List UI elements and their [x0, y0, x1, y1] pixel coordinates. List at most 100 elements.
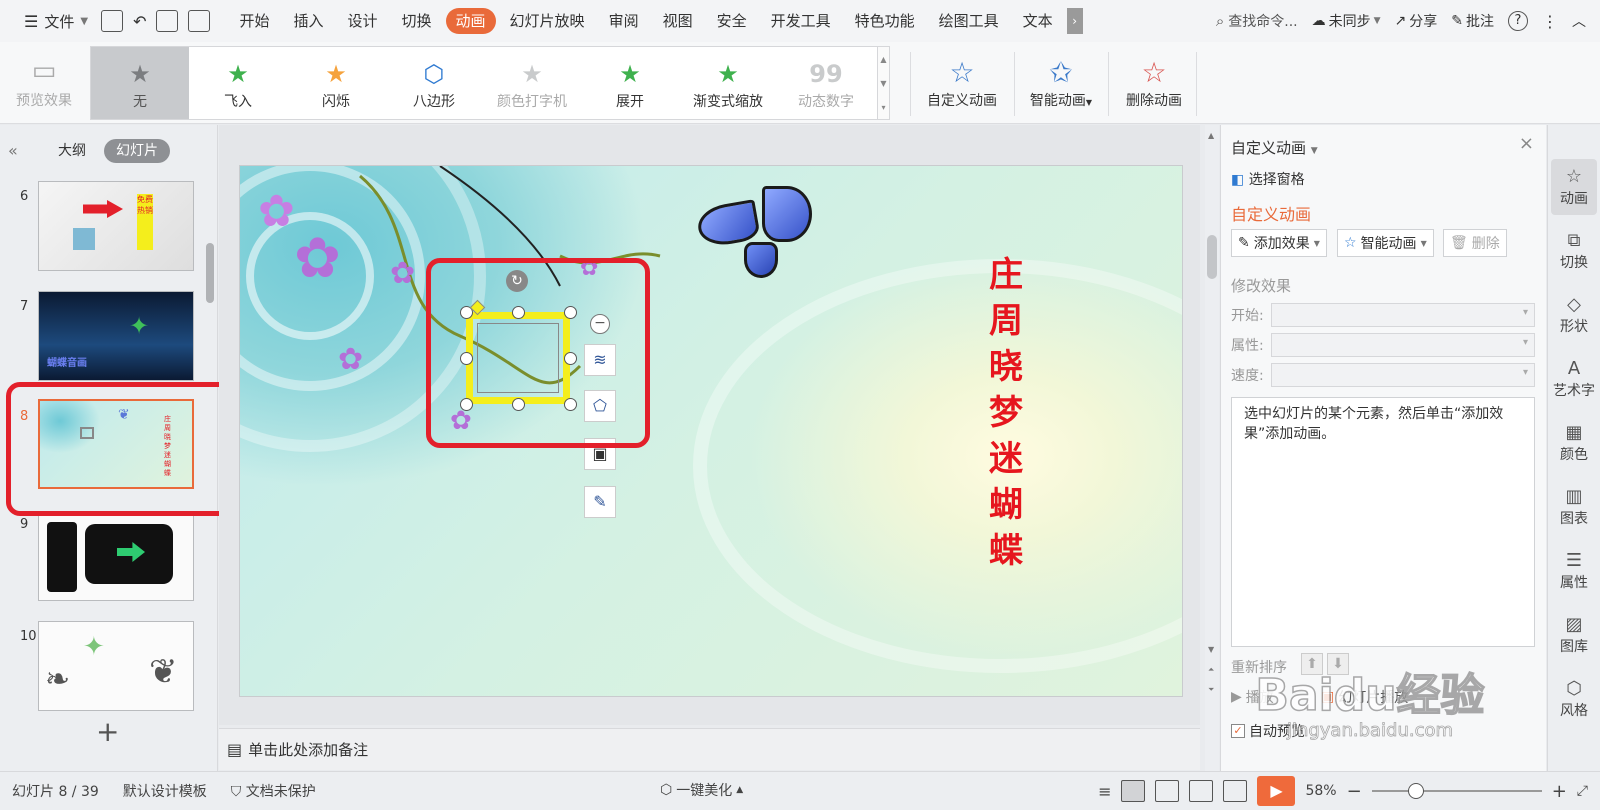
effect-expand[interactable]: ★ 展开 [581, 47, 679, 119]
slide-vertical-title[interactable]: 庄 周 晓 梦 迷 蝴 蝶 [976, 256, 1036, 570]
slides-scrollbar[interactable] [206, 243, 214, 303]
rail-chart[interactable]: ▥ 图表 [1551, 479, 1597, 535]
slide-canvas[interactable]: ✿ ✿ ✿ ✿ ✿ ✿ ↻ − ≋ ⬠ ▣ ✎ 庄 周 晓 梦 迷 蝴 蝶 [239, 165, 1183, 697]
rail-properties[interactable]: ☰ 属性 [1551, 543, 1597, 599]
start-slideshow-button[interactable]: ▶ [1257, 776, 1296, 806]
chevron-up-icon[interactable]: ▲ [880, 55, 886, 64]
rail-color[interactable]: ▦ 颜色 [1551, 415, 1597, 471]
share-button[interactable]: ↗ 分享 [1395, 11, 1438, 31]
delete-animation-button[interactable]: ☆ 删除动画 [1116, 48, 1192, 120]
normal-view-icon[interactable] [1121, 780, 1146, 802]
format-brush-icon[interactable]: ✎ [584, 486, 616, 518]
tab-home[interactable]: 开始 [229, 8, 279, 34]
notes-toggle-icon[interactable]: ≡ [1098, 782, 1111, 801]
effect-flash[interactable]: ★ 闪烁 [287, 47, 385, 119]
tab-review[interactable]: 审阅 [599, 8, 649, 34]
comment-button[interactable]: ✎ 批注 [1451, 11, 1494, 31]
tab-text[interactable]: 文本 [1013, 8, 1063, 34]
save-icon[interactable] [101, 10, 124, 32]
zoom-level[interactable]: 58% [1305, 783, 1336, 799]
custom-animation-button[interactable]: ☆ 自定义动画 [918, 48, 1006, 120]
effect-dynamic-number[interactable]: 99 动态数字 [777, 47, 875, 119]
slide-thumbnail-10[interactable]: ✦ ❦ ❧ [38, 621, 194, 711]
slide-thumbnail-6[interactable]: 免费热销 [38, 181, 194, 271]
slide-thumbnail-9[interactable] [38, 511, 194, 601]
tab-drawing-tools[interactable]: 绘图工具 [929, 8, 1009, 34]
beautify-button[interactable]: ⬡ 一键美化 ▲ [660, 780, 743, 800]
effect-gradual-zoom[interactable]: ★ 渐变式缩放 [679, 47, 777, 119]
slide-sorter-view-icon[interactable] [1155, 780, 1180, 802]
zoom-out-icon[interactable]: − [1347, 781, 1362, 802]
document-protection[interactable]: ⛉ 文档未保护 [219, 781, 328, 801]
prev-slide-icon[interactable]: ⏶ [1208, 665, 1214, 675]
rail-animation[interactable]: ☆ 动画 [1551, 159, 1597, 215]
more-icon[interactable]: ⋮ [1542, 12, 1558, 31]
help-icon[interactable]: ? [1508, 11, 1528, 31]
rail-gallery[interactable]: ▨ 图库 [1551, 607, 1597, 663]
tab-slides[interactable]: 幻灯片 [104, 139, 170, 163]
chevron-down-icon[interactable]: ▼ [880, 79, 886, 88]
preview-effect-button[interactable]: ▭ 预览效果 [12, 48, 76, 120]
gallery-expand-icon[interactable]: ▾ [881, 103, 885, 112]
effect-fly-in[interactable]: ★ 飞入 [189, 47, 287, 119]
property-select[interactable] [1271, 333, 1535, 357]
undo-icon[interactable]: ↶ [133, 12, 146, 31]
play-button[interactable]: ▶ 播放 [1231, 687, 1274, 707]
scroll-thumb[interactable] [1207, 235, 1217, 279]
tab-developer[interactable]: 开发工具 [761, 8, 841, 34]
speed-select[interactable] [1271, 363, 1535, 387]
effect-color-typewriter[interactable]: ★ 颜色打字机 [483, 47, 581, 119]
add-slide-button[interactable]: + [96, 715, 119, 748]
tab-slideshow[interactable]: 幻灯片放映 [500, 8, 595, 34]
tab-features[interactable]: 特色功能 [845, 8, 925, 34]
file-menu[interactable]: ☰ 文件 ▼ [16, 7, 96, 35]
smart-animation-button[interactable]: ✩ 智能动画▼ [1022, 48, 1100, 120]
sync-button[interactable]: ☁ 未同步 ▼ [1312, 11, 1381, 31]
animation-list[interactable]: 选中幻灯片的某个元素，然后单击“添加效果”添加动画。 [1231, 397, 1535, 647]
smart-animation-pane-button[interactable]: ☆ 智能动画 ▼ [1337, 229, 1434, 257]
start-select[interactable] [1271, 303, 1535, 327]
reading-view-icon[interactable] [1189, 780, 1214, 802]
tab-security[interactable]: 安全 [707, 8, 757, 34]
tab-view[interactable]: 视图 [653, 8, 703, 34]
tabs-scroll-right[interactable]: › [1066, 8, 1083, 34]
rail-wordart[interactable]: A 艺术字 [1551, 351, 1597, 407]
presenter-view-icon[interactable] [1223, 780, 1248, 802]
print-preview-icon[interactable] [188, 10, 211, 32]
auto-preview-checkbox[interactable]: ✓ 自动预览 [1231, 721, 1305, 741]
rail-shape[interactable]: ◇ 形状 [1551, 287, 1597, 343]
move-up-icon[interactable]: ⬆ [1301, 653, 1323, 675]
tab-transition[interactable]: 切换 [392, 8, 442, 34]
canvas-scrollbar[interactable]: ▲ ▼ ⏶ ⏷ [1205, 125, 1219, 771]
zoom-in-icon[interactable]: + [1552, 781, 1567, 802]
effect-octagon[interactable]: ⬡ 八边形 [385, 47, 483, 119]
chevron-down-icon[interactable]: ▼ [1208, 645, 1214, 654]
pane-title[interactable]: 自定义动画 ▼ [1231, 137, 1318, 158]
gallery-scroll[interactable]: ▲ ▼ ▾ [877, 47, 889, 119]
tab-design[interactable]: 设计 [338, 8, 388, 34]
effect-none[interactable]: ★ 无 [91, 47, 189, 119]
close-icon[interactable]: × [1519, 133, 1534, 154]
butterfly-image[interactable] [692, 184, 832, 294]
slide-thumbnail-7[interactable]: ✦ 蝴蝶音画 [38, 291, 194, 381]
design-template[interactable]: 默认设计模板 [111, 781, 219, 801]
rail-transition[interactable]: ⧉ 切换 [1551, 223, 1597, 279]
zoom-slider[interactable] [1371, 783, 1542, 799]
delete-effect-button[interactable]: 🗑 删除 [1443, 229, 1507, 257]
add-effect-button[interactable]: ✎ 添加效果 ▼ [1231, 229, 1327, 257]
slideshow-button[interactable]: ▣ 幻灯片播放 [1321, 687, 1408, 707]
collapse-ribbon-icon[interactable]: ︿ [1572, 11, 1586, 31]
chevron-up-icon[interactable]: ▲ [1208, 131, 1214, 140]
checkbox[interactable]: ✓ [1231, 724, 1245, 738]
zoom-slider-knob[interactable] [1407, 783, 1424, 799]
notes-bar[interactable]: ▤ 单击此处添加备注 [219, 728, 1200, 770]
print-icon[interactable] [156, 10, 179, 32]
next-slide-icon[interactable]: ⏷ [1208, 685, 1214, 695]
tab-insert[interactable]: 插入 [283, 8, 333, 34]
tab-outline[interactable]: 大纲 [46, 139, 98, 163]
rail-style[interactable]: ⬡ 风格 [1551, 671, 1597, 727]
move-down-icon[interactable]: ⬇ [1327, 653, 1349, 675]
tab-animation[interactable]: 动画 [445, 8, 496, 34]
collapse-panel-icon[interactable]: « [8, 141, 18, 160]
command-search[interactable]: ⌕ 查找命令... [1216, 11, 1298, 31]
